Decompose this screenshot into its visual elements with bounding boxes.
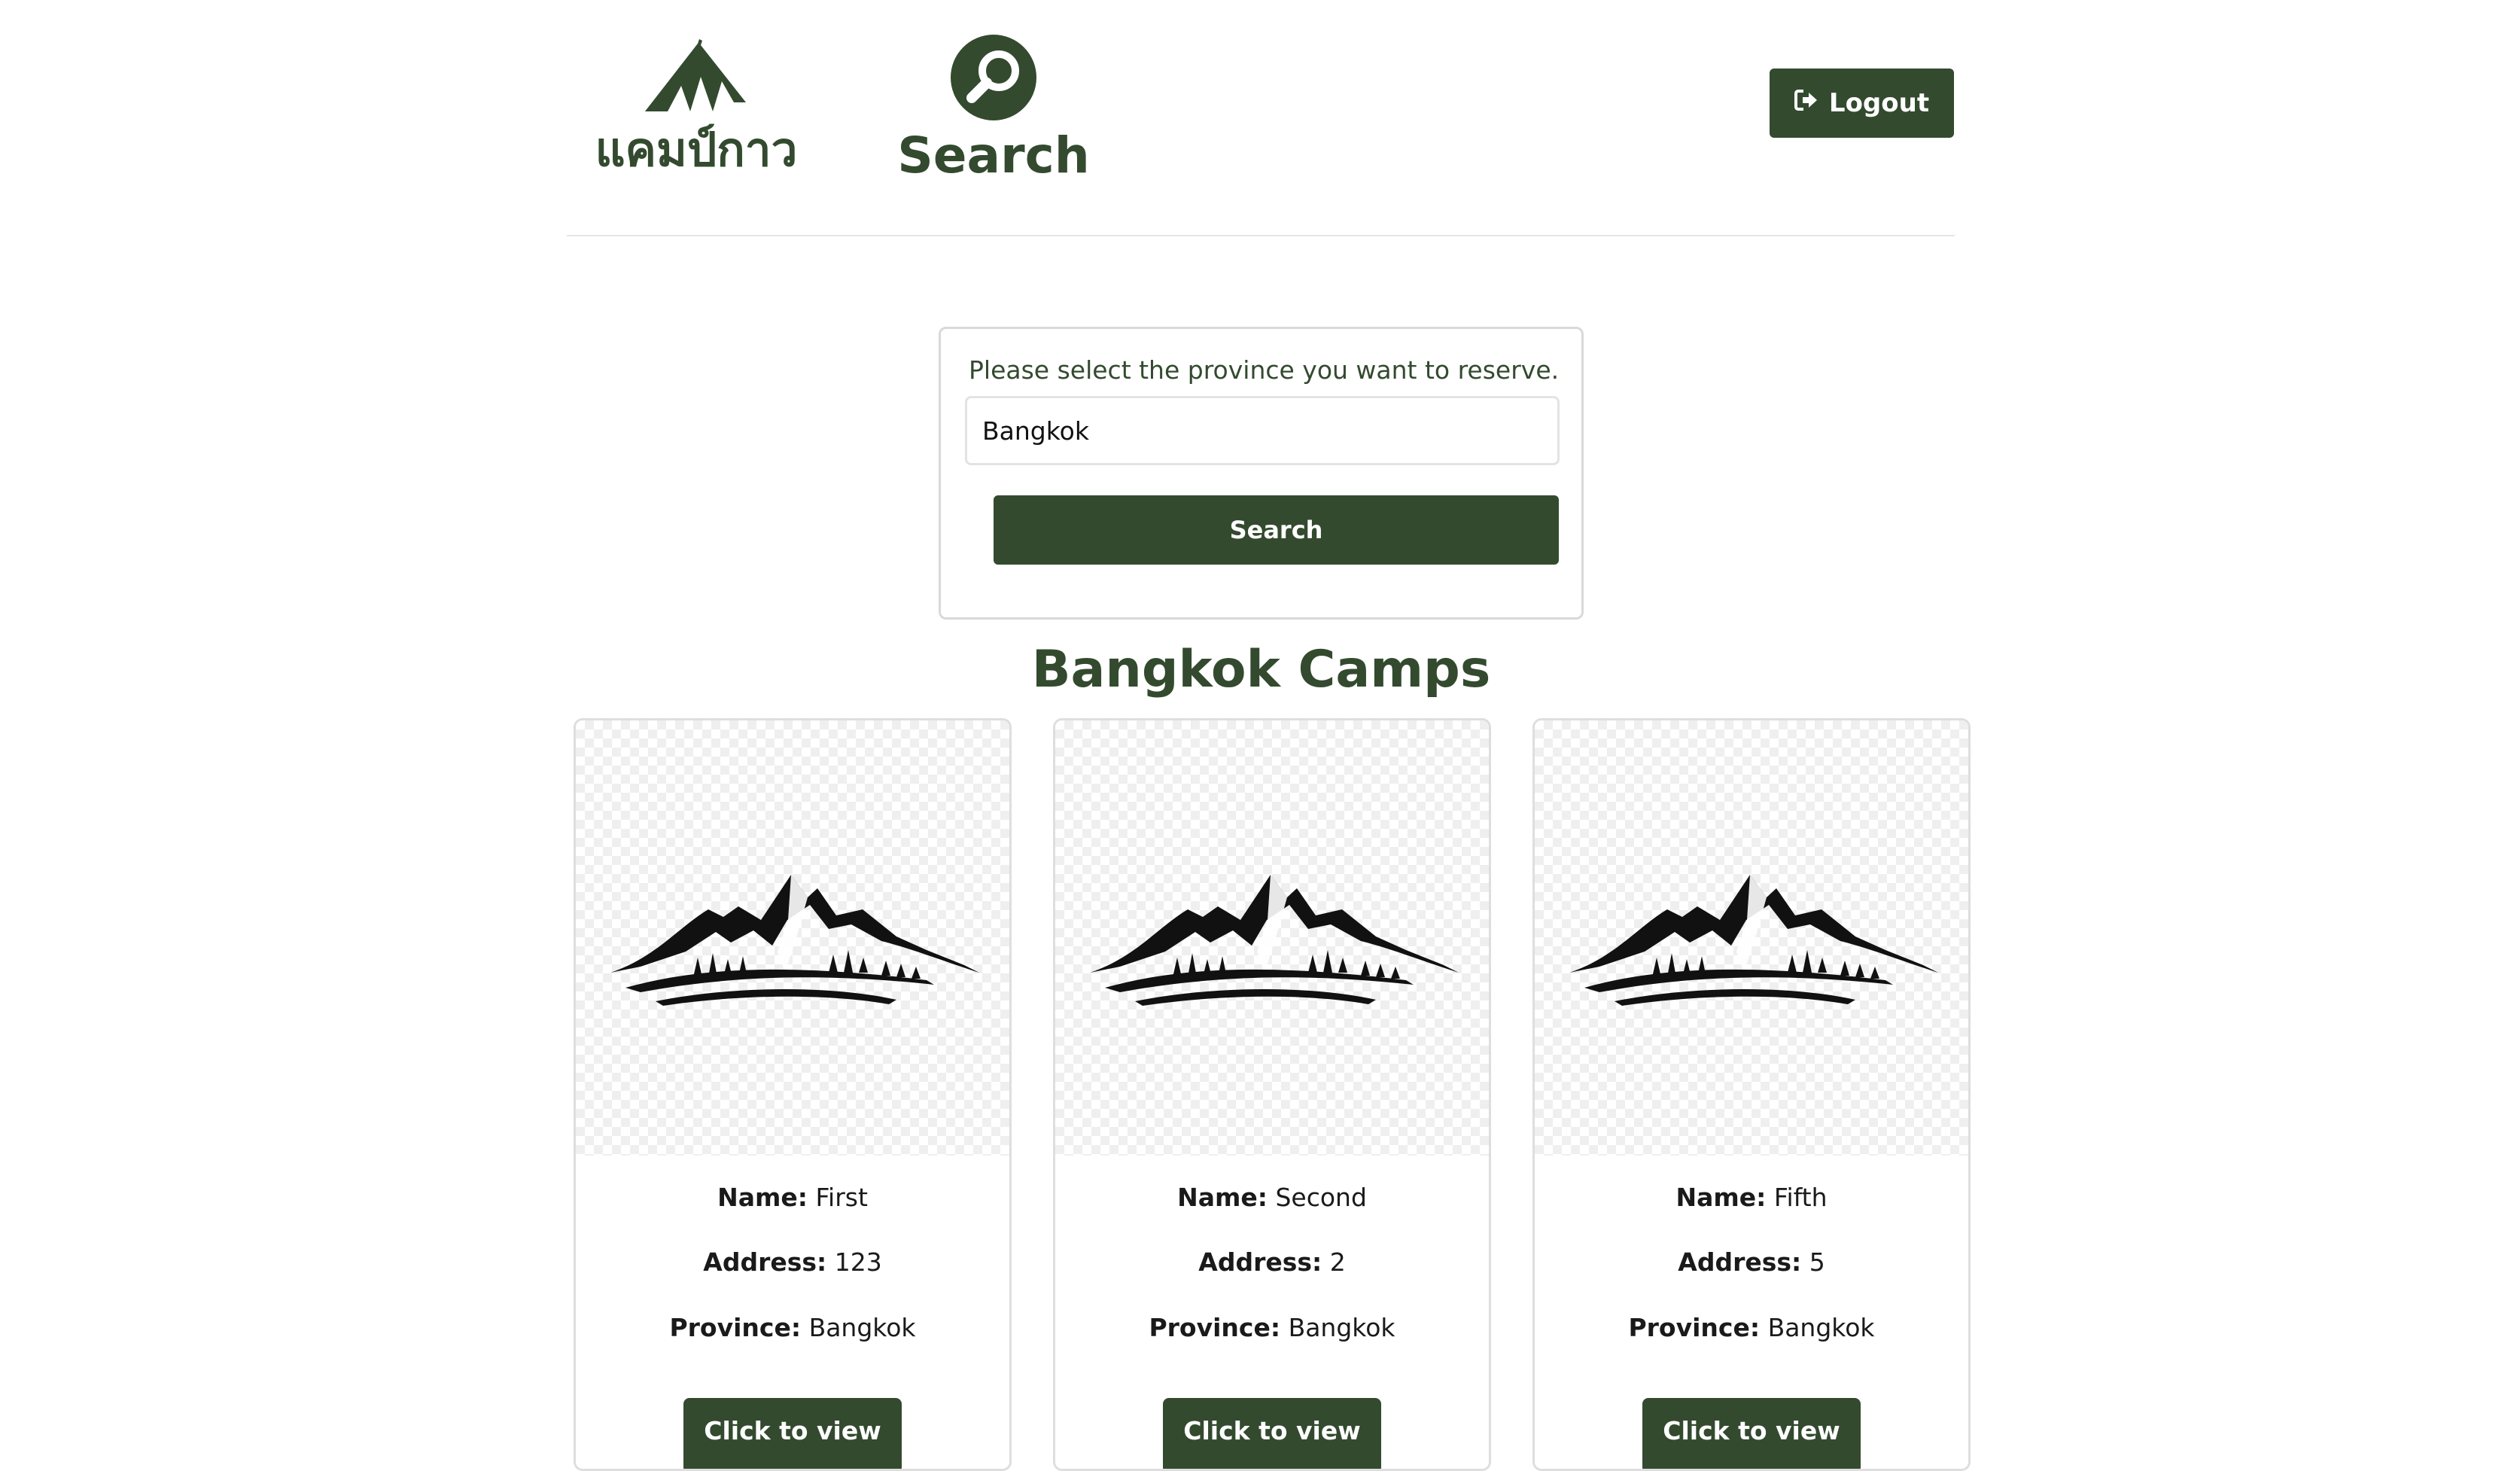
camp-name: Name: Second	[1055, 1183, 1489, 1212]
name-value: Fifth	[1773, 1183, 1828, 1212]
nav-search[interactable]: Search	[897, 35, 1090, 190]
mountain-icon	[1090, 875, 1459, 1006]
address-value: 2	[1329, 1247, 1346, 1277]
address-value: 5	[1809, 1247, 1825, 1277]
province-value: Bangkok	[1288, 1313, 1395, 1342]
mountain-icon	[1569, 875, 1938, 1006]
province-value: Bangkok	[808, 1313, 916, 1342]
view-camp-button[interactable]: Click to view	[1163, 1398, 1381, 1469]
view-camp-button[interactable]: Click to view	[1642, 1398, 1861, 1469]
camp-name: Name: First	[576, 1183, 1009, 1212]
results-title: Bangkok Camps	[1031, 640, 1491, 699]
logout-button[interactable]: Logout	[1770, 69, 1954, 138]
camp-card: Name: Second Address: 2 Province: Bangko…	[1053, 718, 1491, 1471]
name-label: Name:	[1675, 1183, 1767, 1212]
address-value: 123	[834, 1247, 882, 1277]
magnifier-icon	[951, 35, 1036, 123]
camp-card: Name: Fifth Address: 5 Province: Bangkok…	[1532, 718, 1971, 1471]
province-label: Province:	[1149, 1313, 1281, 1342]
name-value: First	[815, 1183, 868, 1212]
camp-address: Address: 5	[1535, 1247, 1968, 1277]
province-value: Bangkok	[1767, 1313, 1875, 1342]
search-nav-label: Search	[897, 126, 1090, 184]
province-prompt: Please select the province you want to r…	[969, 355, 1560, 385]
name-label: Name:	[717, 1183, 808, 1212]
nav-home[interactable]: แคมป์กาว	[595, 39, 798, 190]
sign-out-icon	[1794, 88, 1818, 118]
camp-image	[1535, 720, 1968, 1156]
province-label: Province:	[669, 1313, 802, 1342]
view-camp-button[interactable]: Click to view	[683, 1398, 902, 1469]
name-label: Name:	[1177, 1183, 1268, 1212]
logout-label: Logout	[1828, 88, 1930, 118]
camp-address: Address: 2	[1055, 1247, 1489, 1277]
name-value: Second	[1275, 1183, 1367, 1212]
camp-image	[576, 720, 1009, 1156]
camp-province: Province: Bangkok	[1535, 1313, 1968, 1342]
camp-province: Province: Bangkok	[576, 1313, 1009, 1342]
camp-province: Province: Bangkok	[1055, 1313, 1489, 1342]
province-input[interactable]	[965, 396, 1560, 465]
address-label: Address:	[703, 1247, 827, 1277]
address-label: Address:	[1678, 1247, 1802, 1277]
search-button[interactable]: Search	[994, 495, 1559, 565]
header-divider	[567, 235, 1955, 236]
camp-address: Address: 123	[576, 1247, 1009, 1277]
camp-name: Name: Fifth	[1535, 1183, 1968, 1212]
brand-label: แคมป์กาว	[595, 122, 798, 177]
address-label: Address:	[1198, 1247, 1322, 1277]
camp-card: Name: First Address: 123 Province: Bangk…	[574, 718, 1012, 1471]
camp-image	[1055, 720, 1489, 1156]
province-label: Province:	[1628, 1313, 1761, 1342]
tent-icon	[645, 39, 747, 114]
mountain-icon	[610, 875, 979, 1006]
